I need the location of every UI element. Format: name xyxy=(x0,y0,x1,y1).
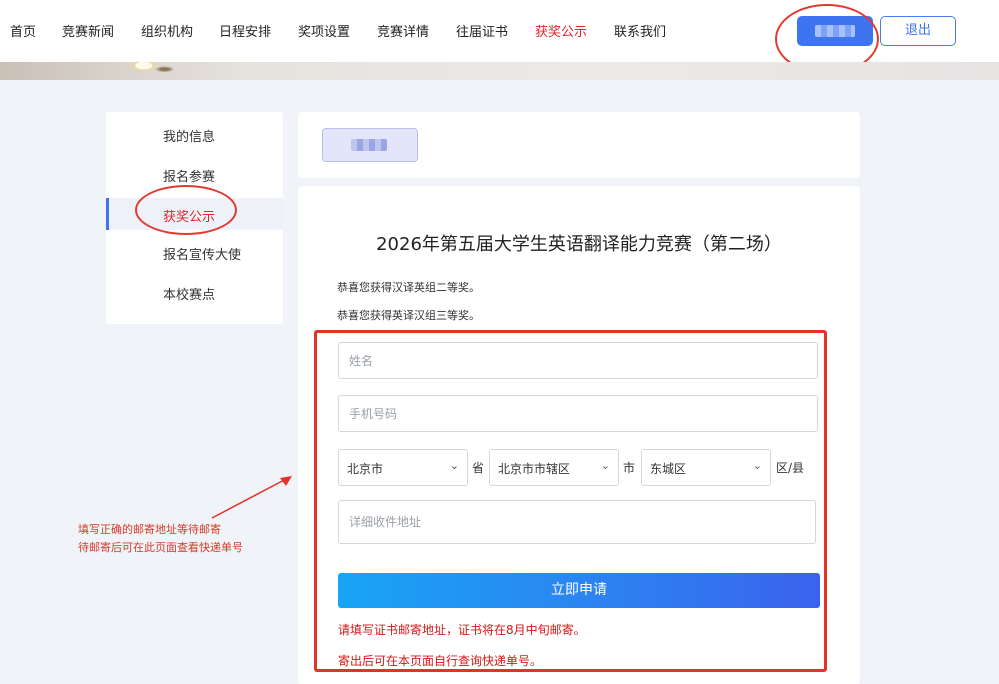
nav-item-home[interactable]: 首页 xyxy=(10,21,36,40)
city-select[interactable]: 北京市市辖区 ⌄ xyxy=(489,449,619,486)
address-input[interactable] xyxy=(338,500,816,544)
city-select-value: 北京市市辖区 xyxy=(498,462,571,476)
sidebar-item-label: 本校赛点 xyxy=(163,288,216,303)
award-message: 恭喜您获得汉译英组二等奖。 xyxy=(337,281,480,294)
award-content-card: 2026年第五届大学生英语翻译能力竞赛（第二场） 恭喜您获得汉译英组二等奖。 恭… xyxy=(298,186,860,684)
nav-item-news[interactable]: 竞赛新闻 xyxy=(62,21,114,40)
district-suffix: 区/县 xyxy=(776,461,805,475)
district-select[interactable]: 东城区 ⌄ xyxy=(641,449,771,486)
district-select-value: 东城区 xyxy=(650,462,687,476)
annotation-line: 待邮寄后可在此页面查看快递单号 xyxy=(78,541,243,554)
sidebar-item-label: 报名宣传大使 xyxy=(163,248,242,263)
chevron-down-icon: ⌄ xyxy=(600,459,610,472)
province-select[interactable]: 北京市 ⌄ xyxy=(338,449,468,486)
nav-item-contact[interactable]: 联系我们 xyxy=(614,21,666,40)
contest-title: 2026年第五届大学生英语翻译能力竞赛（第二场） xyxy=(376,234,782,255)
nav-item-schedule[interactable]: 日程安排 xyxy=(219,21,271,40)
logout-button[interactable]: 退出 xyxy=(880,16,956,46)
annotation-text: 填写正确的邮寄地址等待邮寄 待邮寄后可在此页面查看快递单号 xyxy=(78,521,243,557)
province-select-value: 北京市 xyxy=(347,462,384,476)
sidebar-item-ambassador[interactable]: 报名宣传大使 xyxy=(106,236,283,268)
chevron-down-icon: ⌄ xyxy=(752,459,762,472)
sidebar-item-my-info[interactable]: 我的信息 xyxy=(106,118,283,150)
city-suffix: 市 xyxy=(623,461,636,475)
nav-item-awards-setting[interactable]: 奖项设置 xyxy=(298,21,350,40)
banner-flower-decoration xyxy=(130,62,176,80)
nav-item-contest-details[interactable]: 竞赛详情 xyxy=(377,21,429,40)
phone-input[interactable] xyxy=(338,395,818,432)
chevron-down-icon: ⌄ xyxy=(449,459,459,472)
top-navigation-bar: 首页 竞赛新闻 组织机构 日程安排 奖项设置 竞赛详情 往届证书 获奖公示 联系… xyxy=(0,0,999,62)
tracking-notice: 寄出后可在本页面自行查询快递单号。 xyxy=(338,654,543,668)
blurred-username xyxy=(815,25,855,37)
sidebar-item-register[interactable]: 报名参赛 xyxy=(106,158,283,190)
province-suffix: 省 xyxy=(472,461,485,475)
sidebar-item-label: 报名参赛 xyxy=(163,170,216,185)
award-message: 恭喜您获得英译汉组三等奖。 xyxy=(337,309,480,322)
name-input[interactable] xyxy=(338,342,818,379)
sidebar-item-label: 获奖公示 xyxy=(163,210,216,225)
annotation-line: 填写正确的邮寄地址等待邮寄 xyxy=(78,523,221,536)
nav-item-past-certificates[interactable]: 往届证书 xyxy=(456,21,508,40)
user-account-button[interactable] xyxy=(797,16,873,46)
sidebar-item-school-venue[interactable]: 本校赛点 xyxy=(106,276,283,308)
nav-item-organization[interactable]: 组织机构 xyxy=(141,21,193,40)
submit-application-button[interactable]: 立即申请 xyxy=(338,573,820,608)
contest-tab-card xyxy=(298,112,860,178)
mailing-notice: 请填写证书邮寄地址，证书将在8月中旬邮寄。 xyxy=(338,623,586,637)
sidebar-item-label: 我的信息 xyxy=(163,130,216,145)
sidebar-menu: 我的信息 报名参赛 获奖公示 报名宣传大使 本校赛点 xyxy=(106,112,283,324)
nav-item-award-announcement[interactable]: 获奖公示 xyxy=(535,21,587,40)
banner-image-strip xyxy=(0,62,999,80)
contest-tab[interactable] xyxy=(322,128,418,162)
sidebar-item-award-announcement[interactable]: 获奖公示 xyxy=(106,198,283,230)
blurred-tab-label xyxy=(351,139,387,151)
